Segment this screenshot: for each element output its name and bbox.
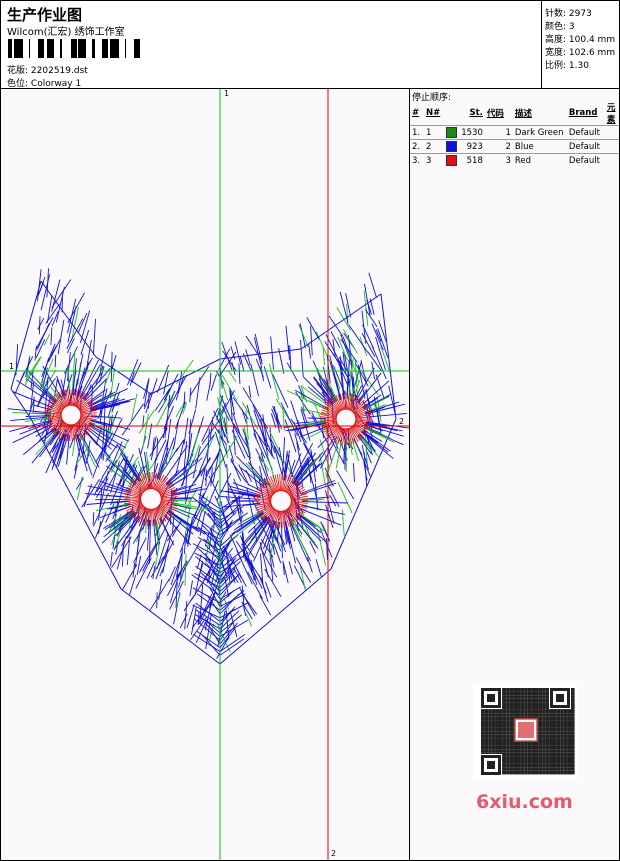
production-sheet: 生产作业图 Wilcom(汇宏) 绣饰工作室 花版: 2202519.dst 色… [0, 0, 620, 861]
cell-n: 3 [424, 153, 444, 167]
cell-element [604, 153, 619, 167]
table-row: 2. 2 923 2 Blue Default [410, 139, 619, 154]
company-name: Wilcom(汇宏) 绣饰工作室 [7, 27, 125, 38]
cell-stitches: 923 [459, 139, 485, 154]
stitch-layer [7, 268, 409, 665]
cell-n: 2 [424, 139, 444, 154]
cell-swatch [444, 139, 460, 154]
colorway-line: 色位: Colorway 1 [7, 76, 81, 89]
guide-marker-bottom: 2 [331, 849, 337, 858]
guide-marker-top: 1 [224, 89, 230, 98]
cell-swatch [444, 125, 460, 140]
col-element: 元素 [606, 103, 616, 125]
table-header-row: # N# St. 代码 描述 Brand 元素 [410, 101, 619, 126]
cell-description: Blue [512, 139, 567, 154]
table-row: 3. 3 518 3 Red Default [410, 153, 619, 167]
cell-code: 1 [484, 125, 513, 140]
cell-element [604, 125, 619, 140]
cell-stitches: 518 [459, 153, 485, 167]
cell-brand: Default [566, 153, 605, 167]
cell-brand: Default [566, 125, 605, 140]
cell-brand: Default [566, 139, 605, 154]
colorway-name: Colorway 1 [30, 79, 82, 89]
design-file-line: 花版: 2202519.dst [7, 63, 88, 76]
guide-marker-right: 2 [399, 417, 405, 426]
qr-code [473, 684, 578, 779]
col-hash: # [412, 108, 420, 118]
cell-element [604, 139, 619, 154]
color-swatch [446, 141, 457, 152]
cell-swatch [444, 153, 460, 167]
embroidery-design [1, 89, 409, 860]
design-label: 花版: [7, 66, 29, 76]
design-canvas: 1 2 1 2 [1, 89, 410, 860]
cell-no: 2. [410, 139, 424, 154]
design-file-name: 2202519.dst [30, 66, 88, 76]
table-row: 1. 1 1530 1 Dark Green Default [410, 125, 619, 140]
cell-description: Dark Green [512, 125, 567, 140]
stat-height: 高度: 100.4 mm [545, 35, 616, 45]
color-swatch [446, 155, 457, 166]
color-swatch [446, 127, 457, 138]
cell-description: Red [512, 153, 567, 167]
col-brand: Brand [568, 108, 598, 118]
col-code: 代码 [486, 109, 504, 119]
col-n: N# [426, 108, 441, 118]
page-title: 生产作业图 [7, 6, 83, 24]
colorway-label: 色位: [7, 79, 29, 89]
guide-marker-left: 1 [9, 362, 15, 371]
sheet-header: 生产作业图 Wilcom(汇宏) 绣饰工作室 花版: 2202519.dst 色… [1, 1, 542, 89]
cell-n: 1 [424, 125, 444, 140]
cell-no: 3. [410, 153, 424, 167]
barcode [8, 39, 140, 58]
cell-code: 3 [484, 153, 513, 167]
stat-colors: 颜色: 3 [545, 22, 575, 32]
stat-scale: 比例: 1.30 [545, 61, 589, 71]
stop-sequence-table: # N# St. 代码 描述 Brand 元素 1. 1 1530 1 Dark Gre… [410, 101, 619, 167]
cell-stitches: 1530 [459, 125, 485, 140]
cell-no: 1. [410, 125, 424, 140]
col-stitches: St. [469, 108, 483, 118]
cell-code: 2 [484, 139, 513, 154]
stat-width: 宽度: 102.6 mm [545, 48, 616, 58]
col-description: 描述 [514, 109, 532, 119]
watermark-text: 6xiu.com [476, 791, 573, 813]
stat-stitches: 针数: 2973 [545, 9, 592, 19]
stats-box: 针数: 2973 颜色: 3 高度: 100.4 mm 宽度: 102.6 mm… [542, 1, 619, 89]
